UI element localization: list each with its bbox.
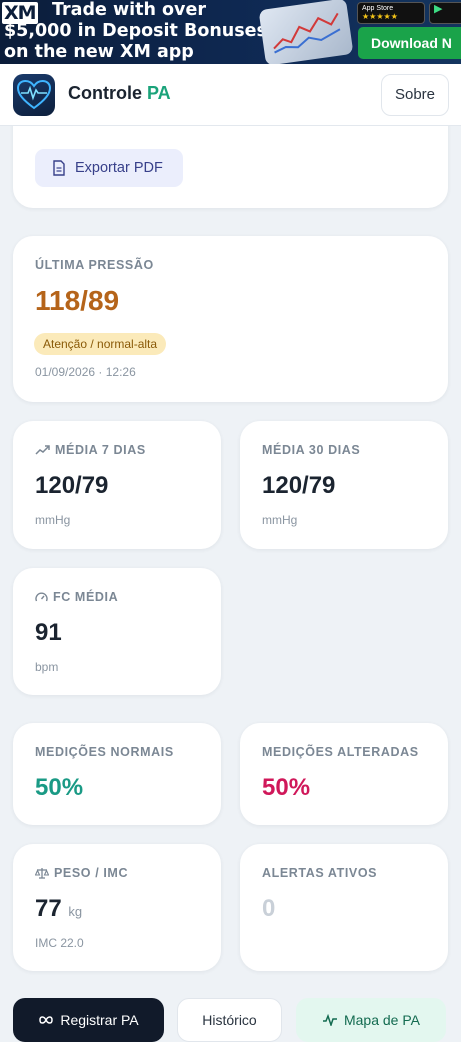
title-main: Controle: [68, 83, 147, 103]
weight-value: 77: [35, 895, 62, 922]
bmi-value: IMC 22.0: [35, 936, 84, 950]
altered-measurements-label: Medições alteradas: [262, 745, 419, 759]
avg-7-days-unit: mmHg: [35, 513, 71, 527]
trending-up-icon: [35, 445, 50, 455]
play-icon: ▶: [434, 3, 443, 15]
heart-rate-unit: bpm: [35, 660, 59, 674]
activity-icon: [322, 1014, 337, 1026]
weight-bmi-label-text: Peso / IMC: [54, 866, 129, 880]
title-accent: PA: [147, 83, 171, 103]
last-reading-timestamp: 01/09/2026 · 12:26: [35, 365, 136, 379]
last-reading-value: 118/89: [35, 285, 120, 316]
page-title: Controle PA: [68, 83, 171, 104]
status-badge: Atenção / normal-alta: [34, 333, 167, 355]
app-logo: [13, 74, 55, 116]
app-header: Controle PA Sobre: [0, 64, 461, 126]
ad-banner[interactable]: Trade with over $5,000 in Deposit Bonuse…: [0, 0, 461, 64]
gauge-icon: [35, 592, 48, 601]
ad-logo: XM: [2, 2, 38, 24]
ad-line-3: on the new XM app: [4, 42, 194, 62]
pa-map-label: Mapa de PA: [343, 1012, 420, 1028]
ad-download-button[interactable]: Download N: [358, 27, 461, 59]
active-alerts-value: 0: [262, 895, 276, 922]
avg-30-days-value: 120/79: [262, 472, 336, 499]
weight-unit: kg: [68, 904, 83, 919]
weight-value-row: 77 kg: [35, 895, 82, 923]
google-play-badge[interactable]: ▶: [429, 2, 461, 24]
register-pa-label: Registrar PA: [60, 1012, 139, 1028]
ad-phone-image: [258, 0, 354, 64]
ad-headline: Trade with over $5,000 in Deposit Bonuse…: [4, 0, 267, 63]
scale-icon: [35, 868, 49, 879]
heart-rate-label-text: FC média: [53, 590, 119, 604]
document-icon: [53, 160, 65, 176]
ad-logo-text: XM: [2, 2, 38, 24]
avg-7-days-label-text: Média 7 dias: [55, 443, 146, 457]
history-button[interactable]: Histórico: [177, 998, 282, 1042]
heart-rate-value: 91: [35, 619, 62, 646]
normal-measurements-label: Medições normais: [35, 745, 174, 759]
avg-30-days-unit: mmHg: [262, 513, 298, 527]
app-store-badge[interactable]: App Store ★★★★★: [357, 2, 425, 24]
heart-rate-label: FC média: [35, 590, 118, 604]
export-pdf-button[interactable]: Exportar PDF: [35, 149, 183, 187]
ad-line-1: Trade with over: [52, 0, 206, 20]
heart-pulse-icon: [17, 80, 51, 110]
active-alerts-label: Alertas ativos: [262, 866, 378, 880]
normal-measurements-value: 50%: [35, 774, 84, 801]
about-button[interactable]: Sobre: [381, 74, 449, 116]
avg-7-days-label: Média 7 dias: [35, 443, 146, 457]
pa-map-button[interactable]: Mapa de PA: [296, 998, 446, 1042]
export-pdf-label: Exportar PDF: [75, 160, 163, 176]
weight-bmi-label: Peso / IMC: [35, 866, 128, 880]
history-label: Histórico: [202, 1012, 257, 1028]
rating-stars-icon: ★★★★★: [362, 12, 398, 21]
avg-30-days-label: Média 30 dias: [262, 443, 361, 457]
register-pa-button[interactable]: Registrar PA: [13, 998, 164, 1042]
ad-line-2: $5,000 in Deposit Bonuses: [4, 21, 267, 41]
infinity-icon: [39, 1016, 54, 1024]
avg-7-days-value: 120/79: [35, 472, 109, 499]
altered-measurements-value: 50%: [262, 774, 311, 801]
last-reading-label: Última pressão: [35, 258, 154, 272]
